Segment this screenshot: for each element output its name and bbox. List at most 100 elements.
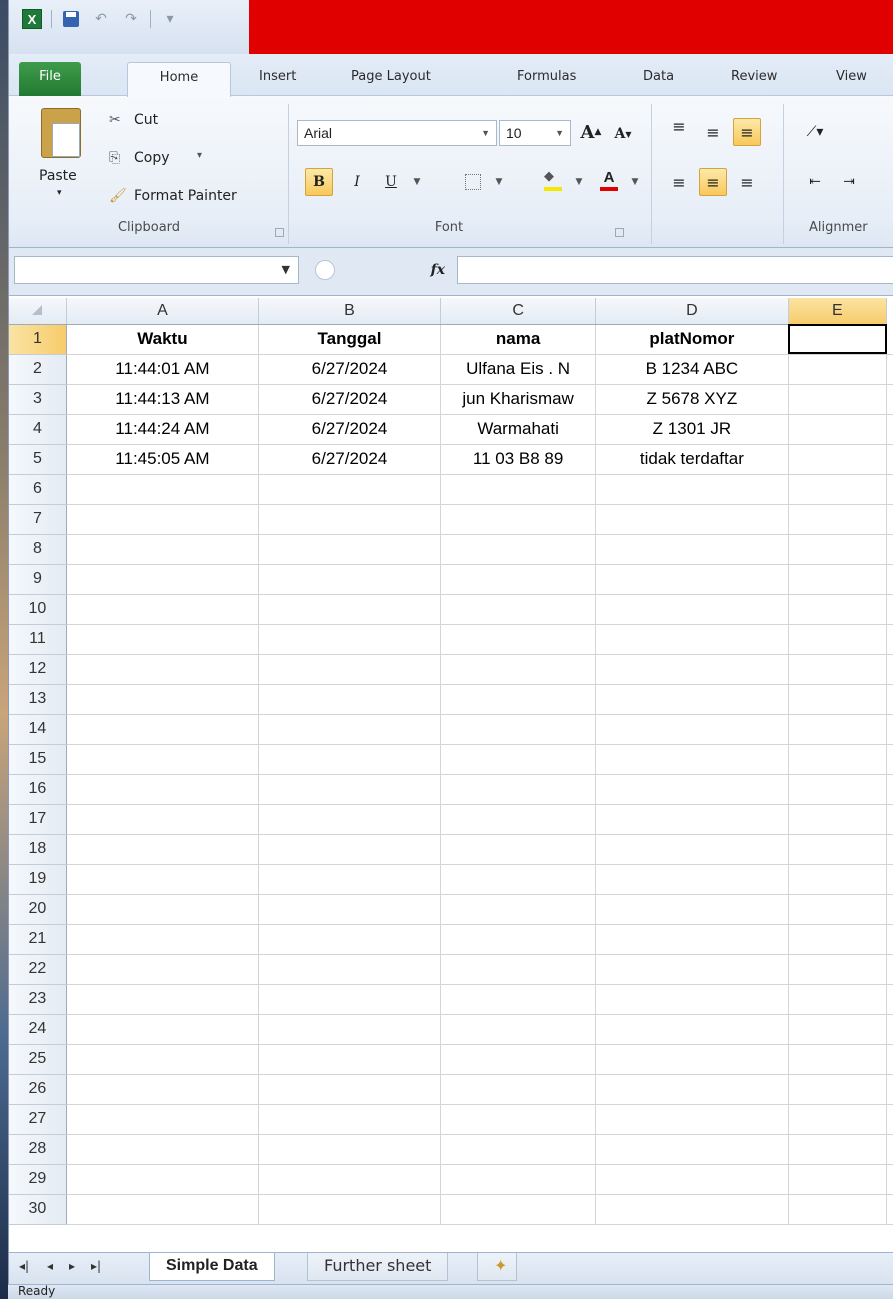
row-header[interactable]: 10 bbox=[9, 594, 67, 625]
tab-home[interactable]: Home bbox=[127, 62, 231, 97]
cell[interactable] bbox=[595, 954, 789, 985]
cell[interactable] bbox=[66, 684, 259, 715]
cell[interactable] bbox=[440, 564, 597, 595]
cell[interactable] bbox=[886, 324, 893, 355]
cell[interactable] bbox=[66, 924, 259, 955]
cell[interactable]: 11:44:13 AM bbox=[66, 384, 259, 415]
italic-button[interactable]: I bbox=[343, 168, 371, 196]
orientation-button[interactable]: ⟋▾ bbox=[801, 118, 829, 146]
cell[interactable] bbox=[258, 744, 441, 775]
sheet-tab-further-sheet[interactable]: Further sheet bbox=[307, 1253, 449, 1281]
tab-formulas[interactable]: Formulas bbox=[505, 62, 588, 96]
tab-file[interactable]: File bbox=[19, 62, 81, 96]
align-left-button[interactable]: ≡ bbox=[665, 168, 693, 196]
cell[interactable]: 11:44:24 AM bbox=[66, 414, 259, 445]
cell[interactable] bbox=[886, 654, 893, 685]
cell[interactable] bbox=[258, 714, 441, 745]
cell[interactable] bbox=[788, 414, 888, 445]
prev-sheet-icon[interactable]: ◂ bbox=[47, 1259, 53, 1273]
increase-indent-button[interactable]: ⇥ bbox=[835, 168, 863, 196]
cell[interactable] bbox=[440, 654, 597, 685]
cell[interactable] bbox=[66, 864, 259, 895]
cell[interactable] bbox=[440, 1104, 597, 1135]
cell[interactable]: 6/27/2024 bbox=[258, 384, 441, 415]
cell[interactable]: platNomor bbox=[595, 324, 789, 355]
align-right-button[interactable]: ≡ bbox=[733, 168, 761, 196]
shrink-font-button[interactable]: A ▼ bbox=[609, 120, 637, 148]
align-center-button[interactable]: ≡ bbox=[699, 168, 727, 196]
cell[interactable] bbox=[595, 684, 789, 715]
cell[interactable] bbox=[595, 594, 789, 625]
cell[interactable]: 6/27/2024 bbox=[258, 414, 441, 445]
font-size-combo[interactable]: 10 ▼ bbox=[499, 120, 571, 146]
cell[interactable] bbox=[886, 954, 893, 985]
font-color-dropdown-icon[interactable]: ▼ bbox=[621, 168, 649, 196]
cell[interactable] bbox=[258, 1194, 441, 1225]
cell[interactable] bbox=[440, 1014, 597, 1045]
cell[interactable] bbox=[258, 474, 441, 505]
cell[interactable] bbox=[788, 1194, 888, 1225]
formula-input[interactable] bbox=[457, 256, 893, 284]
cell[interactable]: Z 1301 JR bbox=[595, 414, 789, 445]
row-header[interactable]: 18 bbox=[9, 834, 67, 865]
cell[interactable]: Warmahati bbox=[440, 414, 597, 445]
cell[interactable] bbox=[258, 1074, 441, 1105]
cell[interactable] bbox=[66, 1134, 259, 1165]
row-header[interactable]: 5 bbox=[9, 444, 67, 475]
sheet-tab-simple-data[interactable]: Simple Data bbox=[149, 1253, 275, 1281]
cell[interactable] bbox=[788, 834, 888, 865]
cell[interactable] bbox=[788, 714, 888, 745]
cell[interactable] bbox=[886, 534, 893, 565]
cell[interactable] bbox=[886, 474, 893, 505]
cell[interactable] bbox=[886, 504, 893, 535]
cell[interactable] bbox=[788, 384, 888, 415]
cell[interactable] bbox=[788, 684, 888, 715]
cell[interactable] bbox=[258, 564, 441, 595]
cell[interactable] bbox=[886, 804, 893, 835]
cell[interactable] bbox=[66, 1104, 259, 1135]
row-header[interactable]: 21 bbox=[9, 924, 67, 955]
cell[interactable] bbox=[258, 684, 441, 715]
cell[interactable]: 11:44:01 AM bbox=[66, 354, 259, 385]
cell[interactable] bbox=[66, 894, 259, 925]
cell[interactable] bbox=[440, 804, 597, 835]
cell[interactable] bbox=[788, 324, 888, 355]
cell[interactable] bbox=[66, 954, 259, 985]
cell[interactable] bbox=[258, 654, 441, 685]
cell[interactable]: 6/27/2024 bbox=[258, 444, 441, 475]
cell[interactable] bbox=[66, 654, 259, 685]
format-painter-button[interactable]: Format Painter bbox=[134, 188, 237, 204]
clipboard-launcher-icon[interactable] bbox=[275, 228, 284, 237]
first-sheet-icon[interactable]: ◂| bbox=[19, 1259, 29, 1273]
undo-icon[interactable]: ↶ bbox=[90, 8, 112, 30]
row-header[interactable]: 2 bbox=[9, 354, 67, 385]
cell[interactable] bbox=[886, 624, 893, 655]
cell[interactable] bbox=[66, 564, 259, 595]
cell[interactable] bbox=[595, 924, 789, 955]
cell[interactable] bbox=[788, 444, 888, 475]
cell[interactable] bbox=[258, 594, 441, 625]
row-header[interactable]: 23 bbox=[9, 984, 67, 1015]
cell[interactable]: 6/27/2024 bbox=[258, 354, 441, 385]
cell[interactable] bbox=[886, 684, 893, 715]
cell[interactable] bbox=[886, 564, 893, 595]
cell[interactable] bbox=[788, 1074, 888, 1105]
row-header[interactable]: 17 bbox=[9, 804, 67, 835]
cell[interactable] bbox=[258, 1014, 441, 1045]
cell[interactable] bbox=[440, 1044, 597, 1075]
cell[interactable] bbox=[440, 714, 597, 745]
row-header[interactable]: 27 bbox=[9, 1104, 67, 1135]
cell[interactable] bbox=[595, 984, 789, 1015]
row-header[interactable]: 13 bbox=[9, 684, 67, 715]
cell[interactable] bbox=[440, 1134, 597, 1165]
tab-review[interactable]: Review bbox=[719, 62, 789, 96]
cell[interactable] bbox=[595, 624, 789, 655]
name-box[interactable]: ▼ bbox=[14, 256, 299, 284]
cell[interactable] bbox=[258, 534, 441, 565]
cell[interactable] bbox=[595, 1014, 789, 1045]
cell[interactable] bbox=[886, 354, 893, 385]
cell[interactable] bbox=[595, 1074, 789, 1105]
row-header[interactable]: 29 bbox=[9, 1164, 67, 1195]
row-header[interactable]: 11 bbox=[9, 624, 67, 655]
cell[interactable] bbox=[595, 654, 789, 685]
